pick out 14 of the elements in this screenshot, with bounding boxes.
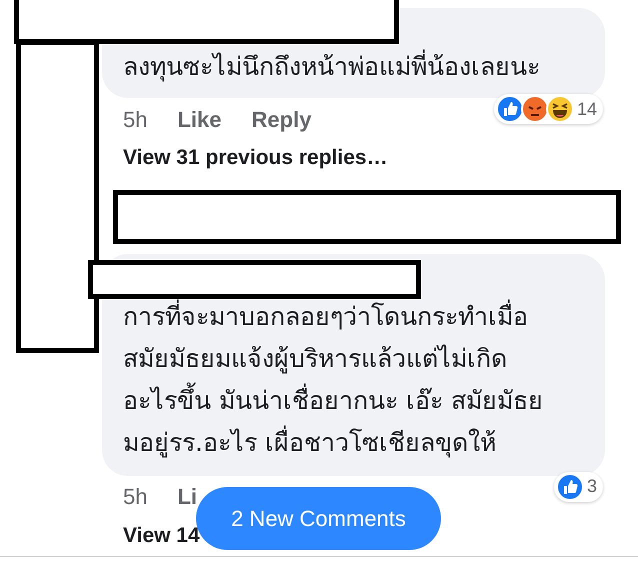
comment-text: ลงทุนซะไม่นึกถึงหน้าพ่อแม่พี่น้องเลยนะ <box>123 46 589 88</box>
laughing-face-icon <box>546 95 574 123</box>
thumbs-up-icon <box>496 95 524 123</box>
angry-face-icon <box>520 95 549 123</box>
timestamp: 5h <box>123 483 148 511</box>
reactions-pill[interactable]: 14 <box>494 94 603 124</box>
reactions-pill[interactable]: 3 <box>554 472 603 502</box>
like-link[interactable]: Li <box>177 480 198 513</box>
reply-link[interactable]: Reply <box>252 102 312 136</box>
thumbs-up-icon <box>556 472 584 500</box>
like-link[interactable]: Like <box>177 102 222 136</box>
timestamp: 5h <box>123 106 148 134</box>
comment-text: การที่จะมาบอกลอยๆว่าโดนกระทำเมื่อ สมัยมัธยมแจ้งผู้บริหารแล้วแต่ไม่เกิด อะไรขึ้น มันน่าเชื่อยากนะ เอ๊ะ สมัยมัธย มอยู่รร.อะไร เผื่อชาวโซเชียลขุดให้ <box>123 298 544 460</box>
view-replies-link[interactable]: View 31 previous replies… <box>123 142 388 174</box>
